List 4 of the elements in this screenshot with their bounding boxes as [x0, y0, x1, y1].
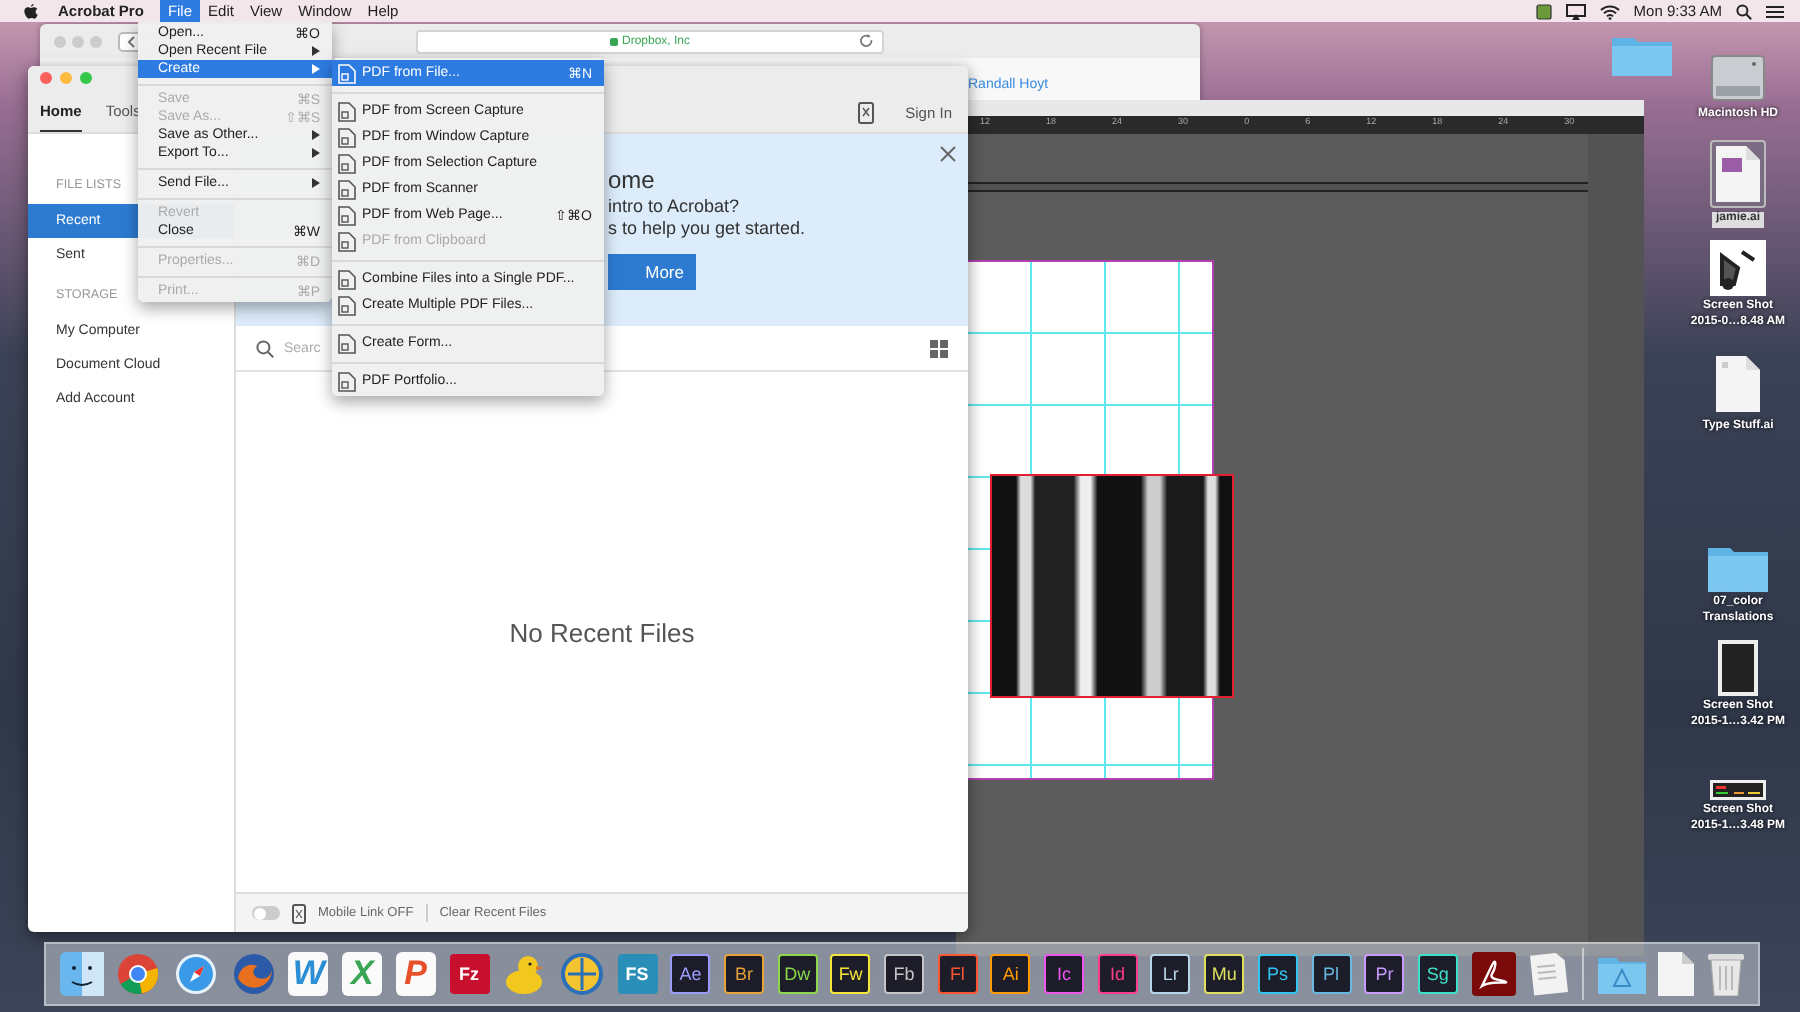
- banner-text: s to help you get started.: [608, 218, 808, 238]
- empty-message: No Recent Files: [509, 617, 695, 647]
- banner-text: intro to Acrobat?: [608, 196, 742, 216]
- banner-title: ome: [608, 166, 657, 194]
